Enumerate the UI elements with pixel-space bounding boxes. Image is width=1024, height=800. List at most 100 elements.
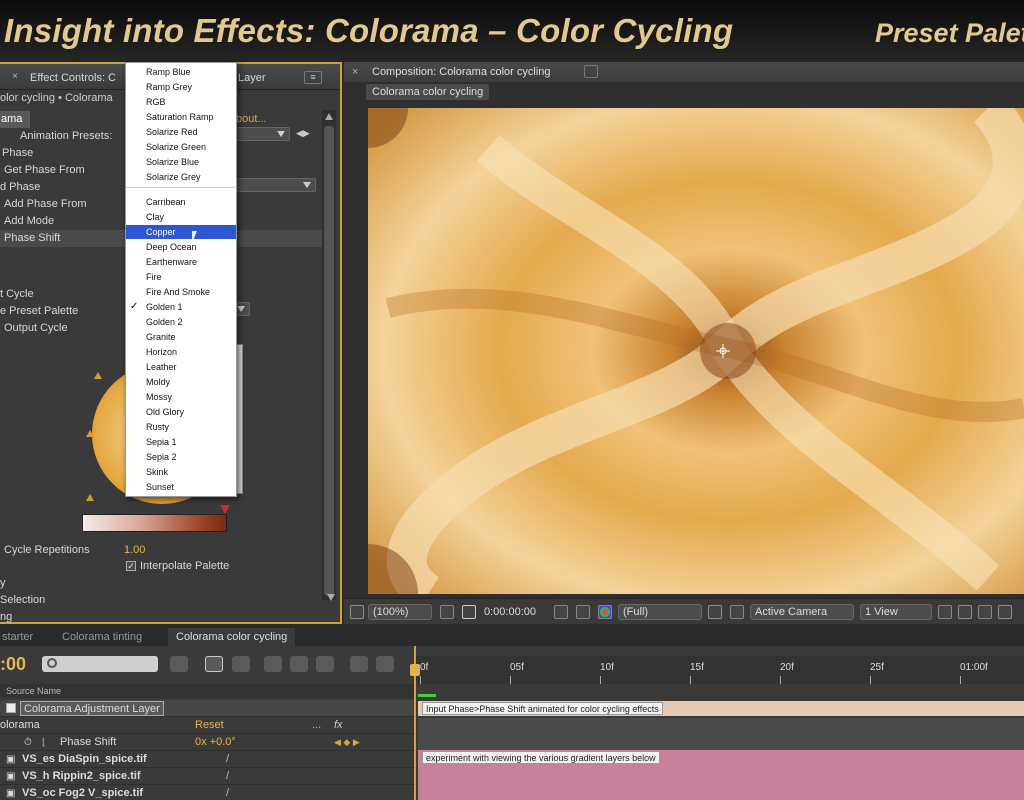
layer-row[interactable]: Colorama Adjustment Layer [0, 700, 414, 717]
menu-item[interactable]: Ramp Grey [126, 80, 236, 94]
show-snapshot-icon[interactable] [576, 605, 590, 619]
anchor-crosshair-icon[interactable] [716, 344, 730, 358]
current-time[interactable]: :00 [0, 654, 26, 675]
add-phase-dropdown[interactable] [236, 178, 316, 192]
menu-item[interactable]: Copper [126, 225, 236, 239]
channel-icon[interactable] [598, 605, 612, 619]
close-icon[interactable]: × [12, 72, 20, 82]
resolution-dropdown[interactable]: (Full) [618, 604, 702, 620]
scroll-down-icon[interactable] [327, 594, 335, 601]
timecode[interactable]: 0:00:00:00 [484, 604, 548, 620]
menu-item[interactable]: Sepia 2 [126, 450, 236, 464]
menu-item[interactable]: RGB [126, 95, 236, 109]
animation-presets-dropdown[interactable] [236, 127, 290, 141]
footage-bar[interactable]: experiment with viewing the various grad… [418, 750, 1024, 800]
gradient-marker-icon[interactable] [220, 505, 230, 514]
timeline-icon[interactable] [998, 605, 1012, 619]
wheel-triangle-icon[interactable] [86, 430, 94, 437]
always-preview-icon[interactable] [350, 605, 364, 619]
source-name-header[interactable]: Source Name [6, 684, 61, 698]
reset-exposure-icon[interactable] [958, 605, 972, 619]
comp-mini-flowchart-icon[interactable] [170, 656, 188, 672]
layer-row[interactable]: ▣ VS_es DiaSpin_spice.tif / [0, 751, 414, 768]
camera-snapshot-icon[interactable] [554, 605, 568, 619]
close-icon[interactable]: × [352, 64, 358, 80]
quality-icon[interactable]: / [226, 768, 229, 785]
layer-name[interactable]: VS_oc Fog2 V_spice.tif [22, 785, 143, 800]
menu-item[interactable]: Earthenware [126, 255, 236, 269]
scroll-thumb[interactable] [324, 126, 334, 596]
layer-row[interactable]: ▣ VS_oc Fog2 V_spice.tif / [0, 785, 414, 800]
interpolate-checkbox[interactable]: ✓ [126, 561, 136, 571]
menu-item[interactable]: Sunset [126, 480, 236, 494]
layer-row[interactable]: ▣ VS_h Rippin2_spice.tif / [0, 768, 414, 785]
layer-name[interactable]: VS_h Rippin2_spice.tif [22, 768, 141, 785]
frame-blending-icon[interactable] [290, 656, 308, 672]
keyframe-nav-icon[interactable]: ◀ ◆ ▶ [334, 734, 360, 751]
fx-icon[interactable]: fx [334, 717, 343, 734]
quality-icon[interactable]: / [226, 751, 229, 768]
playhead-handle[interactable] [410, 664, 420, 676]
property-value[interactable]: 0x +0.0° [195, 734, 236, 751]
comment-bar[interactable]: Input Phase>Phase Shift animated for col… [418, 701, 1024, 716]
flowchart-icon[interactable] [978, 605, 992, 619]
cycle-repetitions-value[interactable]: 1.00 [124, 542, 145, 559]
layer-row[interactable]: olorama Reset ... fx [0, 717, 414, 734]
fast-preview-icon[interactable] [708, 605, 722, 619]
menu-item[interactable]: Deep Ocean [126, 240, 236, 254]
menu-item[interactable]: Saturation Ramp [126, 110, 236, 124]
chevron-down-icon[interactable] [584, 65, 598, 78]
menu-item[interactable]: Leather [126, 360, 236, 374]
menu-item[interactable]: Horizon [126, 345, 236, 359]
composition-viewer[interactable] [368, 108, 1024, 594]
region-of-interest-icon[interactable] [462, 605, 476, 619]
tab-colorama-tinting[interactable]: Colorama tinting [62, 628, 142, 646]
preset-palette-dropdown[interactable] [236, 302, 250, 316]
menu-item[interactable]: Golden 2 [126, 315, 236, 329]
menu-item[interactable]: Old Glory [126, 405, 236, 419]
menu-item[interactable]: Mossy [126, 390, 236, 404]
live-update-icon[interactable] [205, 656, 223, 672]
effect-controls-tab[interactable]: Effect Controls: C [30, 68, 116, 88]
menu-item[interactable]: Granite [126, 330, 236, 344]
menu-item[interactable]: Moldy [126, 375, 236, 389]
layer-checkbox[interactable] [6, 703, 16, 713]
menu-item[interactable]: Clay [126, 210, 236, 224]
menu-item[interactable]: Solarize Red [126, 125, 236, 139]
brainstorm-icon[interactable] [350, 656, 368, 672]
transparency-grid-icon[interactable] [730, 605, 744, 619]
menu-item[interactable]: Ramp Blue [126, 65, 236, 79]
stopwatch-icon[interactable]: ⏱ [24, 734, 32, 751]
quality-icon[interactable]: / [226, 785, 229, 800]
motion-blur-icon[interactable] [316, 656, 334, 672]
reset-link[interactable]: Reset [195, 717, 224, 734]
view-layout-dropdown[interactable]: 1 View [860, 604, 932, 620]
wheel-triangle-icon[interactable] [94, 372, 102, 379]
tab-colorama-color-cycling[interactable]: Colorama color cycling [168, 628, 296, 646]
menu-item[interactable]: Carribean [126, 195, 236, 209]
hide-shy-icon[interactable] [264, 656, 282, 672]
menu-item[interactable]: Solarize Green [126, 140, 236, 154]
graph-icon[interactable]: ⌊ [42, 734, 46, 751]
menu-item[interactable]: Sepia 1 [126, 435, 236, 449]
zoom-dropdown[interactable]: (100%) [368, 604, 432, 620]
menu-item[interactable]: Solarize Grey [126, 170, 236, 184]
grid-icon[interactable] [440, 605, 454, 619]
preset-nav-icon[interactable]: ◀▶ [296, 128, 310, 139]
menu-item[interactable]: Rusty [126, 420, 236, 434]
scroll-up-icon[interactable] [325, 113, 333, 120]
menu-item[interactable]: Fire [126, 270, 236, 284]
search-input[interactable] [42, 656, 158, 672]
effect-controls-scrollbar[interactable] [322, 110, 336, 600]
menu-item[interactable]: Fire And Smoke [126, 285, 236, 299]
layer-row[interactable]: ⏱ ⌊ Phase Shift 0x +0.0° ◀ ◆ ▶ [0, 734, 414, 751]
composition-tab[interactable]: Composition: Colorama color cycling [372, 64, 551, 80]
panel-menu-icon[interactable]: ≡ [304, 71, 322, 84]
tab-starter[interactable]: starter [2, 628, 33, 646]
about-link[interactable]: bout... [236, 111, 267, 128]
menu-item[interactable]: Skink [126, 465, 236, 479]
composition-sub-tab[interactable]: Colorama color cycling [366, 84, 490, 100]
menu-item[interactable]: Solarize Blue [126, 155, 236, 169]
work-area-bar[interactable] [418, 694, 436, 697]
about-link[interactable]: ... [312, 717, 321, 734]
